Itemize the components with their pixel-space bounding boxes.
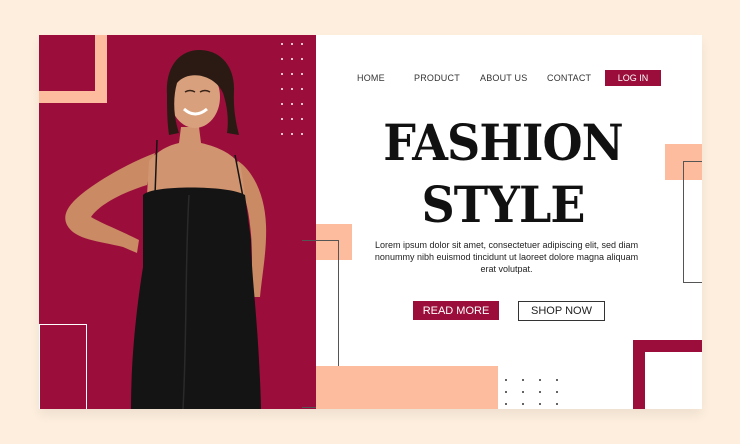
hero-image-panel	[39, 35, 316, 409]
dot-grid-bottom	[505, 379, 558, 405]
headline-line-1: FASHION	[383, 113, 623, 172]
hero-description: Lorem ipsum dolor sit amet, consectetuer…	[374, 240, 639, 274]
peach-decor-bottom	[316, 366, 498, 409]
model-photo	[65, 49, 267, 409]
shop-now-button[interactable]: SHOP NOW	[518, 301, 605, 321]
login-button[interactable]: LOG IN	[605, 70, 661, 86]
model-shoulders	[147, 127, 245, 195]
nav-about-us[interactable]: ABOUT US	[480, 73, 527, 83]
nav-contact[interactable]: CONTACT	[547, 73, 591, 83]
crimson-frame-bottom-right	[633, 340, 702, 409]
model-dress	[131, 187, 261, 409]
model-left-arm	[65, 153, 155, 253]
outline-decor-right	[683, 161, 702, 283]
landing-page-card: HOME PRODUCT ABOUT US CONTACT LOG IN FAS…	[39, 35, 702, 409]
read-more-button[interactable]: READ MORE	[413, 301, 499, 320]
nav-home[interactable]: HOME	[357, 73, 385, 83]
nav-product[interactable]: PRODUCT	[414, 73, 460, 83]
headline-line-2: STYLE	[421, 175, 585, 234]
